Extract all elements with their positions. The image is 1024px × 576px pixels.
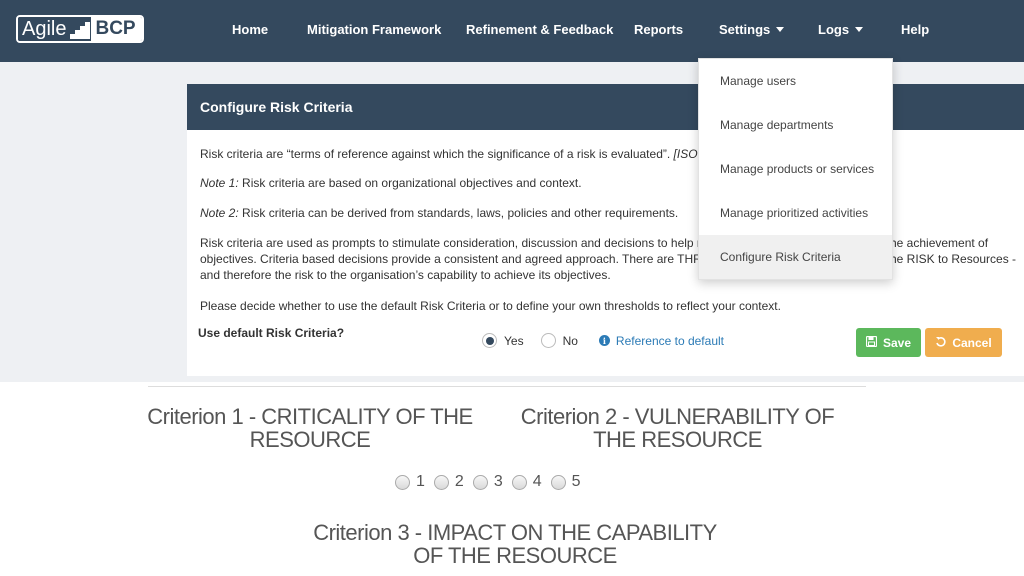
criterion-3-line-2: OF THE RESOURCE [413, 543, 617, 568]
logo-text-agile: Agile [18, 17, 70, 41]
configure-risk-criteria-panel: Configure Risk Criteria Risk criteria ar… [187, 84, 1024, 376]
definition-paragraph: Risk criteria are “terms of reference ag… [200, 146, 707, 162]
section-divider [148, 386, 866, 387]
rating-label-2: 2 [454, 473, 464, 490]
nav-settings[interactable]: Settings [719, 22, 785, 37]
criterion-2-line-2: THE RESOURCE [593, 427, 762, 452]
undo-icon [935, 336, 946, 350]
criterion-2-line-1: Criterion 2 - VULNERABILITY OF [520, 404, 835, 429]
menu-item-configure-risk-criteria[interactable]: Configure Risk Criteria [699, 235, 892, 279]
rating-label-1: 1 [416, 473, 425, 490]
criterion-3-heading: Criterion 3 - IMPACT ON THE CAPABILITY O… [290, 521, 740, 567]
note-1-label: Note 1: [200, 176, 239, 190]
explanation-line-2-end: he RISK to Resources - [890, 252, 1017, 266]
save-label: Save [882, 335, 912, 350]
menu-item-manage-products-services[interactable]: Manage products or services [699, 147, 892, 191]
note-1-text: Risk criteria are based on organizationa… [238, 176, 582, 190]
explanation-line-1-end: he achievement of [890, 236, 989, 250]
rating-radio-group: 1 2 3 4 5 [395, 473, 590, 491]
top-navbar: Agile BCP Home Mitigation Framework Refi… [0, 0, 1024, 62]
caret-down-icon [776, 27, 785, 32]
radio-yes-label: Yes [504, 333, 524, 348]
cancel-label: Cancel [952, 335, 992, 350]
radio-no[interactable] [540, 333, 556, 348]
use-default-radio-group: Yes No i Reference to default [482, 333, 724, 348]
radio-no-label: No [562, 333, 578, 348]
nav-logs-label: Logs [818, 22, 850, 37]
criterion-3-line-1: Criterion 3 - IMPACT ON THE CAPABILITY [313, 520, 717, 545]
agilebcp-logo[interactable]: Agile BCP [16, 15, 144, 43]
info-icon: i [598, 335, 610, 346]
note-2: Note 2: Risk criteria can be derived fro… [200, 205, 678, 221]
note-2-text: Risk criteria can be derived from standa… [238, 206, 679, 220]
note-1: Note 1: Risk criteria are based on organ… [200, 175, 582, 191]
rating-radio-4[interactable] [511, 474, 527, 490]
nav-help[interactable]: Help [901, 22, 929, 37]
reference-to-default-link[interactable]: Reference to default [616, 334, 724, 348]
use-default-label: Use default Risk Criteria? [198, 326, 345, 340]
note-2-label: Note 2: [200, 206, 239, 220]
nav-mitigation-framework[interactable]: Mitigation Framework [307, 22, 441, 37]
explanation-line-2: objectives. Criteria based decisions pro… [200, 252, 710, 266]
cancel-button[interactable]: Cancel [925, 328, 1002, 357]
instruction-paragraph: Please decide whether to use the default… [200, 299, 781, 313]
nav-settings-label: Settings [719, 22, 771, 37]
panel-title: Configure Risk Criteria [187, 84, 1024, 130]
rating-label-5: 5 [571, 473, 581, 490]
menu-item-manage-departments[interactable]: Manage departments [699, 103, 892, 147]
logo-stairs-icon [69, 17, 92, 41]
logo-text-bcp: BCP [91, 17, 142, 41]
nav-refinement-feedback[interactable]: Refinement & Feedback [466, 22, 613, 37]
criterion-2-heading: Criterion 2 - VULNERABILITY OF THE RESOU… [505, 405, 850, 451]
nav-reports[interactable]: Reports [634, 22, 683, 37]
rating-radio-2[interactable] [433, 474, 449, 490]
caret-down-icon [855, 27, 864, 32]
criterion-1-line-1: Criterion 1 - CRITICALITY OF THE [147, 404, 473, 429]
settings-dropdown-menu: Manage users Manage departments Manage p… [698, 58, 893, 280]
rating-radio-1[interactable] [395, 474, 410, 490]
menu-item-manage-users[interactable]: Manage users [699, 59, 892, 103]
definition-text: Risk criteria are “terms of reference ag… [200, 147, 674, 161]
explanation-line-1: Risk criteria are used as prompts to sti… [200, 236, 701, 250]
radio-yes[interactable] [482, 333, 497, 348]
nav-logs[interactable]: Logs [818, 22, 864, 37]
rating-label-4: 4 [532, 473, 542, 490]
nav-home[interactable]: Home [232, 22, 268, 37]
explanation-line-3: and therefore the risk to the organisati… [200, 268, 611, 282]
menu-item-manage-prioritized-activities[interactable]: Manage prioritized activities [699, 191, 892, 235]
criterion-1-line-2: RESOURCE [249, 427, 371, 452]
rating-radio-3[interactable] [472, 474, 488, 490]
criterion-1-heading: Criterion 1 - CRITICALITY OF THE RESOURC… [140, 405, 480, 451]
rating-radio-5[interactable] [550, 474, 566, 490]
save-button[interactable]: Save [856, 328, 921, 357]
rating-label-3: 3 [493, 473, 503, 490]
floppy-disk-icon [865, 335, 878, 350]
